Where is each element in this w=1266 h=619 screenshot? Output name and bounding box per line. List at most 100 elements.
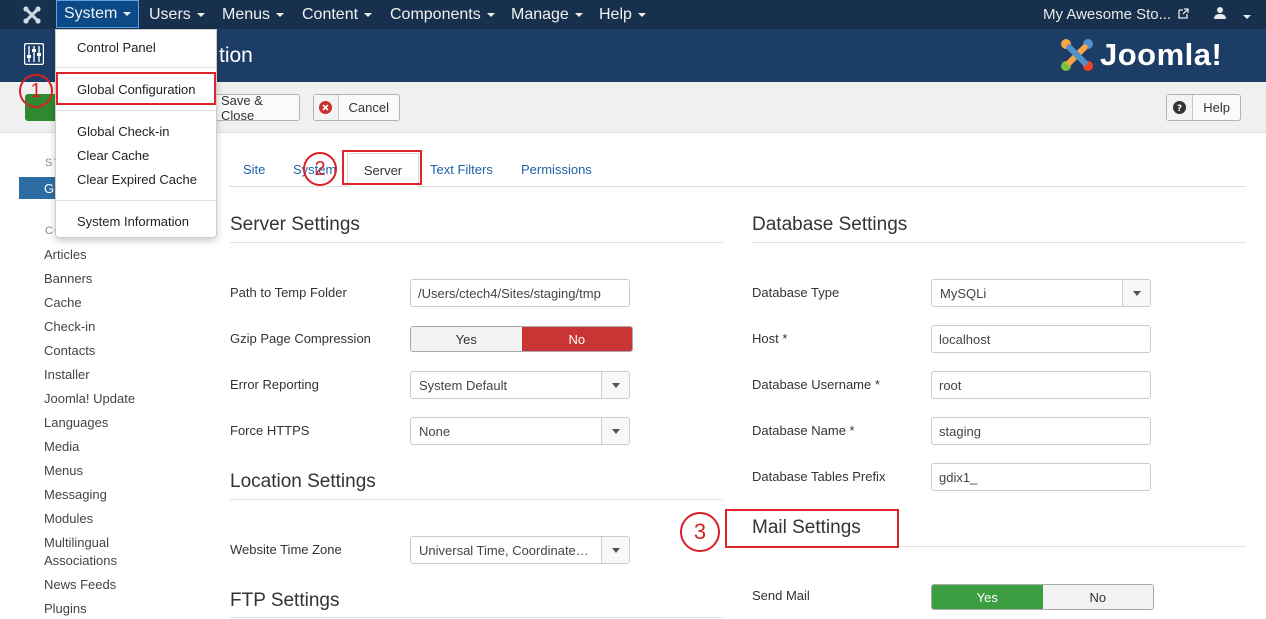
user-menu[interactable] (1213, 6, 1251, 23)
sliders-icon (24, 43, 44, 65)
site-link-label: My Awesome Sto... (1043, 6, 1172, 23)
error-reporting-value: System Default (419, 378, 508, 393)
help-label: Help (1203, 100, 1230, 115)
page-title: tion (219, 44, 253, 67)
server-settings-heading: Server Settings (230, 214, 360, 235)
sidebar-item-modules[interactable]: Modules (44, 511, 93, 526)
ftp-settings-heading: FTP Settings (230, 590, 340, 611)
sidebar-item-articles[interactable]: Articles (44, 247, 87, 262)
sidebar-item-languages[interactable]: Languages (44, 415, 108, 430)
database-name-label: Database Name * (752, 423, 855, 438)
menu-menus[interactable]: Menus (222, 0, 285, 29)
caret-down-icon (1242, 14, 1251, 19)
menu-users[interactable]: Users (149, 0, 205, 29)
chevron-down-icon (601, 418, 629, 444)
divider (56, 110, 216, 111)
sidebar-item-check-in[interactable]: Check-in (44, 319, 95, 334)
caret-down-icon (486, 12, 495, 17)
cancel-button[interactable]: Cancel (313, 94, 400, 121)
sidebar-item-banners[interactable]: Banners (44, 271, 92, 286)
caret-down-icon (196, 12, 205, 17)
menu-item-system-information[interactable]: System Information (77, 214, 189, 229)
caret-down-icon (276, 12, 285, 17)
cancel-label: Cancel (348, 100, 389, 115)
menu-system[interactable]: System (56, 0, 140, 28)
chevron-down-icon (1122, 280, 1150, 306)
caret-down-icon (123, 12, 132, 16)
tab-text-filters[interactable]: Text Filters (430, 162, 493, 177)
time-zone-value: Universal Time, Coordinated (UTC) (419, 543, 591, 558)
caret-down-icon (574, 12, 583, 17)
menu-item-clear-cache[interactable]: Clear Cache (77, 148, 149, 163)
menu-components[interactable]: Components (390, 0, 495, 29)
menu-manage[interactable]: Manage (511, 0, 583, 29)
divider (230, 617, 723, 618)
sidebar-item-news-feeds[interactable]: News Feeds (44, 577, 116, 592)
sidebar-item-contacts[interactable]: Contacts (44, 343, 95, 358)
joomla-logo-icon (1061, 39, 1093, 71)
menu-help-label: Help (599, 5, 632, 23)
annotation-step-2: 2 (303, 152, 337, 186)
menu-users-label: Users (149, 5, 191, 23)
gzip-toggle[interactable]: Yes No (410, 326, 633, 352)
highlight-box-global-configuration (56, 72, 216, 105)
time-zone-select[interactable]: Universal Time, Coordinated (UTC) (410, 536, 630, 564)
menu-content[interactable]: Content (302, 0, 373, 29)
menu-item-global-check-in[interactable]: Global Check-in (77, 124, 170, 139)
database-name-input[interactable]: staging (931, 417, 1151, 445)
user-icon (1214, 7, 1226, 19)
tab-site[interactable]: Site (243, 162, 265, 177)
time-zone-label: Website Time Zone (230, 542, 342, 557)
force-https-select[interactable]: None (410, 417, 630, 445)
save-close-label: Save & Close (221, 92, 263, 123)
sidebar-item-cache[interactable]: Cache (44, 295, 82, 310)
gzip-yes-option[interactable]: Yes (411, 327, 522, 351)
gzip-label: Gzip Page Compression (230, 331, 371, 346)
database-username-input[interactable]: root (931, 371, 1151, 399)
menu-system-label: System (64, 5, 118, 22)
chevron-down-icon (601, 537, 629, 563)
sidebar-item-joomla-update[interactable]: Joomla! Update (44, 391, 135, 406)
table-prefix-label: Database Tables Prefix (752, 469, 886, 484)
database-type-value: MySQLi (940, 286, 987, 301)
tab-permissions[interactable]: Permissions (521, 162, 592, 177)
menu-help[interactable]: Help (599, 0, 646, 29)
save-close-button[interactable]: Save & Close (214, 92, 300, 123)
chevron-down-icon (601, 372, 629, 398)
sidebar-item-menus[interactable]: Menus (44, 463, 83, 478)
sidebar-item-messaging[interactable]: Messaging (44, 487, 107, 502)
host-input[interactable]: localhost (931, 325, 1151, 353)
sidebar-item-plugins[interactable]: Plugins (44, 601, 87, 616)
sidebar-item-media[interactable]: Media (44, 439, 79, 454)
gzip-no-option[interactable]: No (521, 327, 632, 351)
error-reporting-select[interactable]: System Default (410, 371, 630, 399)
force-https-label: Force HTTPS (230, 423, 310, 438)
menu-item-clear-expired-cache[interactable]: Clear Expired Cache (77, 172, 197, 187)
joomla-logo: Joomla! (1058, 36, 1222, 74)
sidebar-item-installer[interactable]: Installer (44, 367, 90, 382)
help-button[interactable]: ? Help (1166, 94, 1241, 121)
joomla-icon[interactable] (22, 5, 42, 25)
temp-folder-input[interactable]: /Users/ctech4/Sites/staging/tmp (410, 279, 630, 307)
send-mail-yes-option[interactable]: Yes (932, 585, 1043, 609)
database-type-label: Database Type (752, 285, 840, 300)
divider (56, 200, 216, 201)
database-type-select[interactable]: MySQLi (931, 279, 1151, 307)
send-mail-no-option[interactable]: No (1042, 585, 1153, 609)
menu-item-control-panel[interactable]: Control Panel (77, 40, 156, 55)
divider (230, 499, 723, 500)
cancel-icon (314, 95, 339, 120)
site-link[interactable]: My Awesome Sto... (1043, 6, 1189, 23)
svg-text:?: ? (1177, 104, 1182, 114)
database-settings-heading: Database Settings (752, 214, 908, 235)
send-mail-toggle[interactable]: Yes No (931, 584, 1154, 610)
joomla-logo-word: Joomla! (1100, 37, 1223, 72)
sidebar-item-multilingual[interactable]: Multilingual (44, 535, 109, 550)
database-username-label: Database Username * (752, 377, 880, 392)
sidebar-item-associations[interactable]: Associations (44, 553, 117, 568)
annotation-step-3: 3 (680, 512, 720, 552)
annotation-step-1: 1 (19, 74, 53, 108)
menu-content-label: Content (302, 5, 359, 23)
table-prefix-input[interactable]: gdix1_ (931, 463, 1151, 491)
force-https-value: None (419, 424, 451, 439)
